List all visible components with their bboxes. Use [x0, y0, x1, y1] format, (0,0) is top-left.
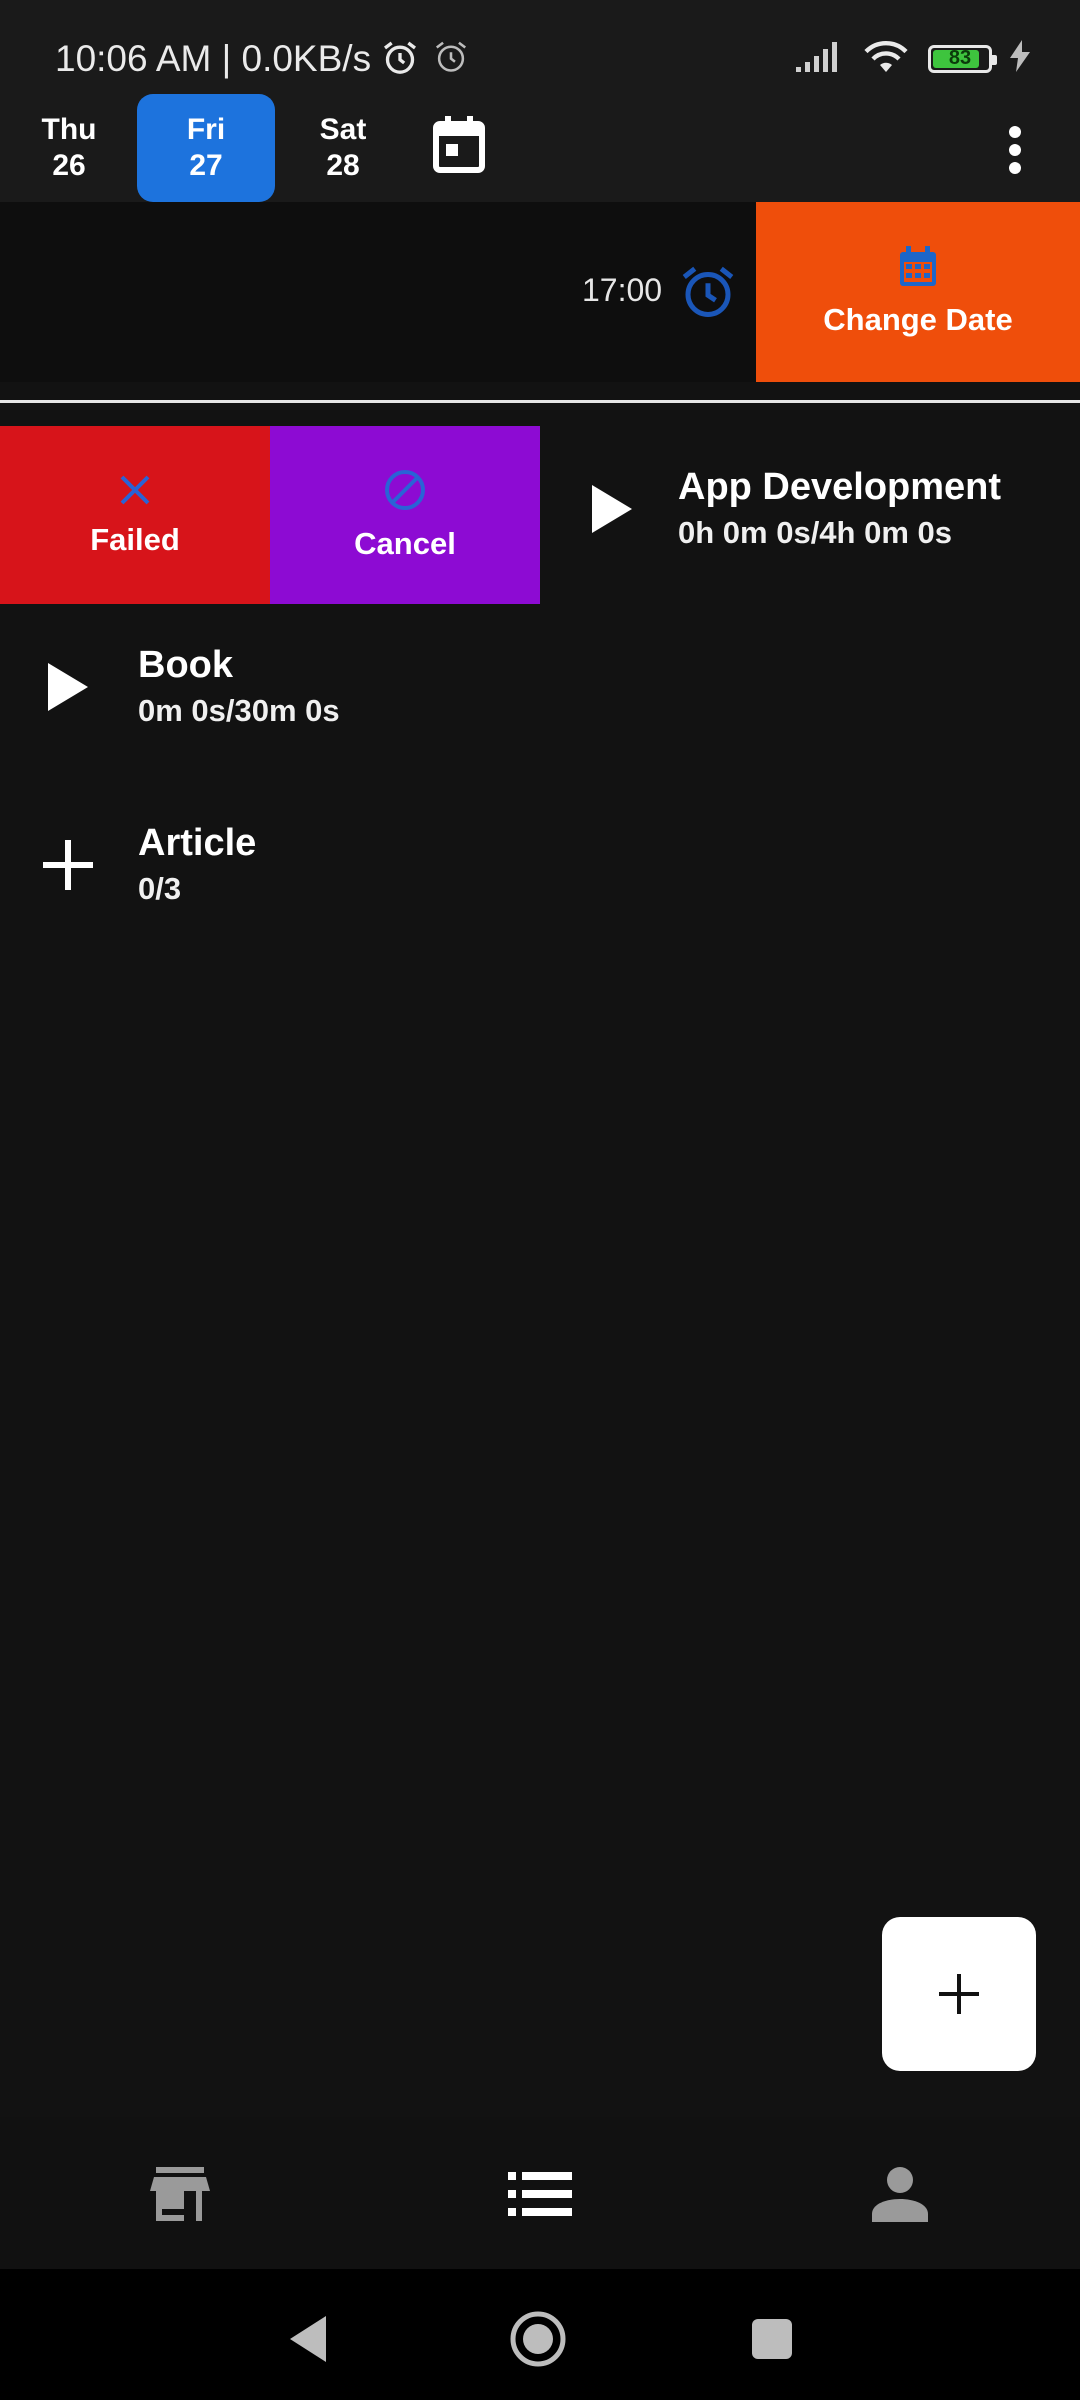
system-navigation-bar [0, 2269, 1080, 2400]
close-icon [120, 475, 150, 505]
charging-bolt-icon [1010, 40, 1030, 77]
add-task-button[interactable] [882, 1917, 1036, 2071]
task-progress: 0h 0m 0s/4h 0m 0s [678, 515, 952, 550]
status-time: 10:06 AM | 0.0KB/s [55, 38, 372, 79]
change-date-button[interactable]: Change Date [756, 202, 1080, 382]
play-icon[interactable] [36, 655, 100, 719]
cancel-button[interactable]: Cancel [270, 426, 540, 604]
recents-icon [752, 2319, 792, 2359]
failed-label: Failed [90, 522, 180, 557]
block-icon [385, 470, 425, 510]
battery-level: 83 [948, 47, 972, 69]
status-bar: 10:06 AM | 0.0KB/s 83 [0, 0, 1080, 90]
alarm-row[interactable]: 17:00 Change Date [0, 202, 1080, 382]
signal-icon [794, 39, 844, 78]
back-icon [290, 2316, 326, 2362]
task-text: Article 0/3 [138, 820, 256, 910]
alarm-time: 17:00 [582, 272, 663, 308]
failed-button[interactable]: Failed [0, 426, 270, 604]
more-options-button[interactable] [995, 120, 1035, 180]
task-name: Article [138, 822, 257, 864]
back-button[interactable] [278, 2309, 338, 2369]
task-app-development[interactable]: App Development 0h 0m 0s/4h 0m 0s [580, 464, 1001, 554]
wifi-icon [862, 38, 910, 79]
home-button[interactable] [508, 2309, 568, 2369]
date-selector: Thu 26 Fri 27 Sat 28 [0, 90, 1080, 202]
task-article[interactable]: Article 0/3 [36, 820, 256, 910]
task-progress: 0/3 [138, 871, 182, 906]
home-icon [510, 2311, 566, 2367]
plus-icon[interactable] [36, 833, 100, 897]
day-name: Sat [319, 113, 367, 146]
day-tab-fri[interactable]: Fri 27 [137, 94, 275, 202]
nav-store[interactable] [145, 2162, 215, 2226]
nav-list[interactable] [505, 2162, 575, 2226]
cancel-label: Cancel [354, 526, 456, 561]
calendar-button[interactable] [432, 114, 486, 174]
alarm-icon [432, 38, 470, 81]
calendar-icon [433, 116, 485, 173]
task-book[interactable]: Book 0m 0s/30m 0s [36, 642, 340, 732]
divider [0, 400, 1080, 403]
day-number: 26 [52, 149, 86, 182]
day-number: 28 [326, 149, 360, 182]
play-icon[interactable] [580, 477, 644, 541]
task-name: App Development [678, 466, 1002, 508]
app-screen: 10:06 AM | 0.0KB/s 83 Thu 26 Fri 27 Sat … [0, 0, 1080, 2400]
store-icon [150, 2167, 210, 2221]
alarm-clock-icon [678, 262, 738, 327]
change-date-label: Change Date [823, 302, 1013, 337]
task-text: App Development 0h 0m 0s/4h 0m 0s [678, 464, 1001, 554]
person-icon [872, 2167, 928, 2222]
day-tab-thu[interactable]: Thu 26 [0, 94, 138, 202]
list-icon [508, 2172, 572, 2216]
day-tab-sat[interactable]: Sat 28 [274, 94, 412, 202]
bottom-navigation [0, 2117, 1080, 2269]
task-progress: 0m 0s/30m 0s [138, 693, 340, 728]
status-icons: 83 [794, 38, 1030, 79]
day-name: Fri [186, 113, 226, 146]
recents-button[interactable] [742, 2309, 802, 2369]
day-name: Thu [41, 113, 97, 146]
plus-icon [939, 1974, 979, 2014]
alarm-clock-icon [380, 38, 420, 83]
task-text: Book 0m 0s/30m 0s [138, 642, 340, 732]
day-number: 27 [189, 149, 223, 182]
calendar-icon [900, 246, 936, 286]
task-name: Book [138, 644, 233, 686]
battery-icon: 83 [928, 44, 997, 73]
more-vert-icon [1009, 126, 1021, 174]
nav-profile[interactable] [865, 2162, 935, 2226]
